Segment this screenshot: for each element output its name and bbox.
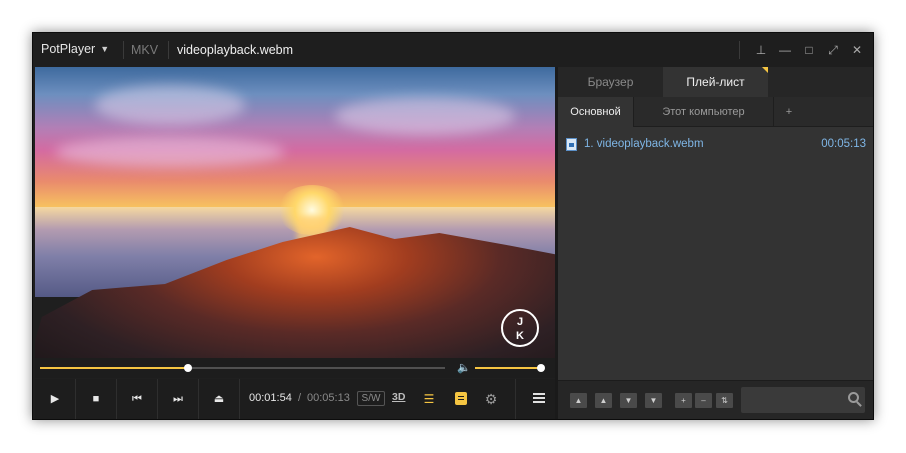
video-frame[interactable]: J K <box>35 67 555 358</box>
titlebar: PotPlayer ▼ MKV videoplayback.webm ⊥ — □… <box>33 33 873 67</box>
container-format: MKV <box>131 43 159 57</box>
sort-icon[interactable]: ⇅ <box>716 393 733 408</box>
titlebar-divider <box>168 41 169 59</box>
add-icon[interactable]: + <box>675 393 692 408</box>
3d-toggle[interactable]: 3D <box>392 391 405 403</box>
seek-area: 🔈 <box>35 358 555 378</box>
volume-level <box>475 367 541 369</box>
playlist-item-duration: 00:05:13 <box>821 138 866 150</box>
previous-button[interactable]: ⏮ <box>117 379 158 419</box>
watermark-letter-top: J <box>516 316 524 328</box>
control-bar: ▶ ■ ⏮ ⏭ ⏏ 00:01:54 / 00:05:13 S/W 3D ☰ ⚙ <box>35 379 555 419</box>
total-time: 00:05:13 <box>307 392 350 404</box>
eject-icon: ⏏ <box>213 393 225 405</box>
move-bottom-icon[interactable]: ▼ <box>645 393 662 408</box>
playlist-search-input[interactable] <box>741 387 865 413</box>
play-button[interactable]: ▶ <box>35 379 76 419</box>
maximize-button[interactable]: □ <box>799 40 819 60</box>
playlist-toolbar: ▲ ▲ ▼ ▼ + – ⇅ <box>558 380 873 419</box>
playlist-search-icon[interactable]: ☰ <box>419 389 439 409</box>
seek-handle[interactable] <box>184 364 193 372</box>
seek-bar[interactable] <box>40 364 445 372</box>
chevron-down-icon: ▼ <box>100 44 110 54</box>
subtab-this-computer[interactable]: Этот компьютер <box>634 97 774 127</box>
subtab-main[interactable]: Основной <box>558 97 634 127</box>
app-menu-button[interactable]: PotPlayer ▼ <box>41 42 109 56</box>
seek-progress <box>40 367 189 369</box>
video-file-icon <box>566 138 577 151</box>
playlist-item[interactable]: 1. videoplayback.webm 00:05:13 <box>566 137 866 153</box>
watermark-letter-bottom: K <box>516 330 524 342</box>
playlist-item-name: 1. videoplayback.webm <box>584 138 704 150</box>
stop-icon: ■ <box>92 393 100 405</box>
gear-icon[interactable]: ⚙ <box>481 389 501 409</box>
playlist-subtabs: Основной Этот компьютер + <box>558 97 873 127</box>
add-tab-button[interactable]: + <box>774 97 804 127</box>
panel-tabs: Браузер Плей-лист <box>558 67 873 97</box>
move-up-icon[interactable]: ▲ <box>595 393 612 408</box>
volume-slider[interactable] <box>475 364 545 372</box>
move-top-icon[interactable]: ▲ <box>570 393 587 408</box>
tab-playlist[interactable]: Плей-лист <box>663 67 768 97</box>
stop-button[interactable]: ■ <box>76 379 117 419</box>
sw-toggle[interactable]: S/W <box>357 391 385 406</box>
titlebar-divider <box>123 41 124 59</box>
video-cloud <box>335 97 515 135</box>
close-button[interactable]: ✕ <box>847 40 867 60</box>
volume-icon[interactable]: 🔈 <box>457 361 471 374</box>
next-icon: ⏭ <box>173 393 183 405</box>
remove-icon[interactable]: – <box>695 393 712 408</box>
volume-handle[interactable] <box>537 364 545 372</box>
tab-browser[interactable]: Браузер <box>558 67 663 97</box>
eject-button[interactable]: ⏏ <box>199 379 240 419</box>
subtitle-icon[interactable] <box>455 392 467 405</box>
current-time: 00:01:54 <box>249 392 292 404</box>
previous-icon: ⏮ <box>132 393 142 405</box>
hamburger-icon <box>533 393 545 403</box>
next-button[interactable]: ⏭ <box>158 379 199 419</box>
menu-button[interactable] <box>515 379 555 419</box>
potplayer-window: PotPlayer ▼ MKV videoplayback.webm ⊥ — □… <box>32 32 874 420</box>
search-icon <box>848 392 859 403</box>
titlebar-divider <box>739 41 740 59</box>
play-icon: ▶ <box>50 393 60 405</box>
watermark-logo: J K <box>501 309 539 347</box>
minimize-button[interactable]: — <box>775 40 795 60</box>
side-panel: Браузер Плей-лист Основной Этот компьюте… <box>558 67 873 419</box>
move-down-icon[interactable]: ▼ <box>620 393 637 408</box>
video-cloud <box>95 85 245 125</box>
time-separator: / <box>298 392 302 404</box>
fullscreen-button[interactable]: ⤢ <box>823 40 843 60</box>
file-title: videoplayback.webm <box>177 43 294 57</box>
app-name: PotPlayer <box>41 42 96 56</box>
video-cloud <box>55 137 285 167</box>
pin-icon[interactable]: ⊥ <box>751 40 771 60</box>
